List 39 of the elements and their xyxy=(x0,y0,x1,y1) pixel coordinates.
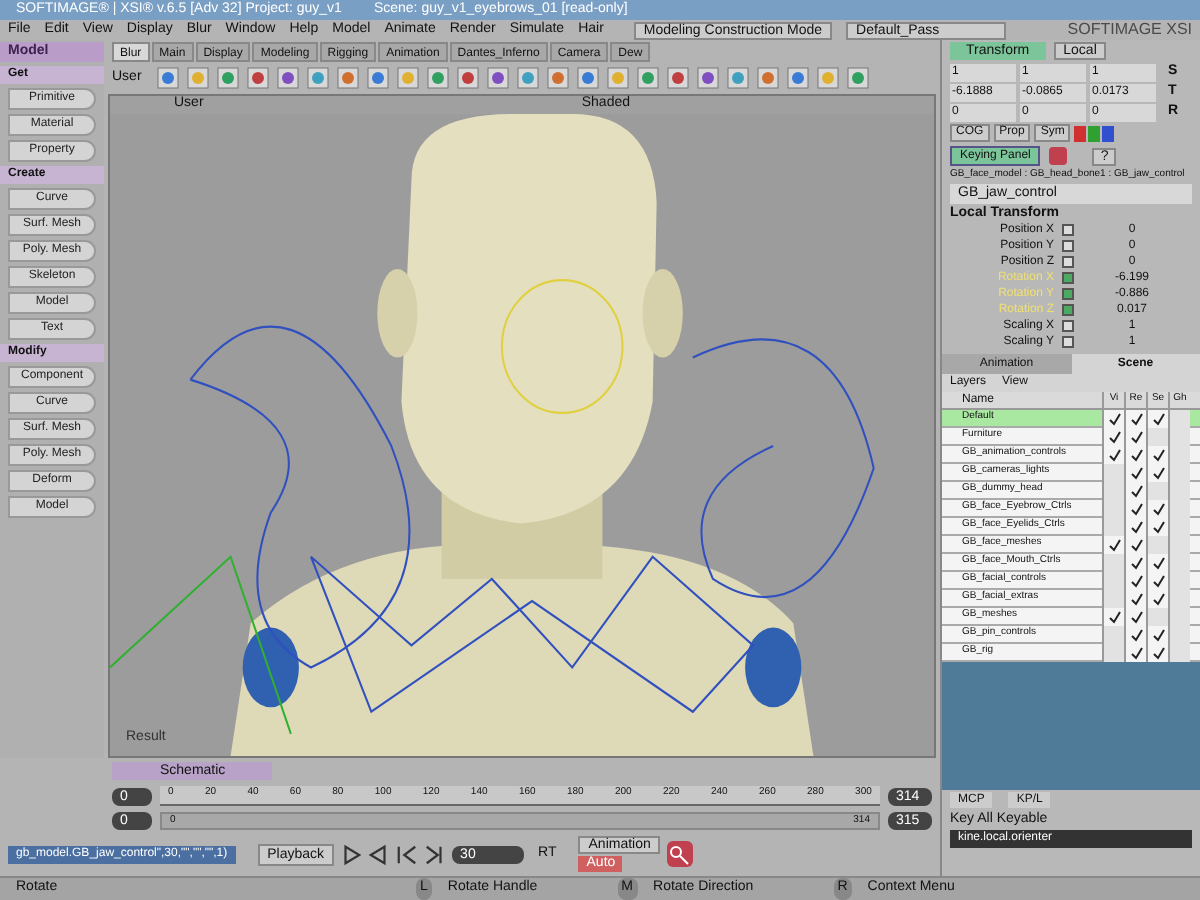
tool-icon[interactable] xyxy=(245,66,270,90)
tool-icon[interactable] xyxy=(275,66,300,90)
tool-icon[interactable] xyxy=(305,66,330,90)
tool-icon[interactable] xyxy=(515,66,540,90)
animation-toggle[interactable] xyxy=(1062,336,1074,348)
tool-icon[interactable] xyxy=(365,66,390,90)
animation-toggle[interactable] xyxy=(1062,224,1074,236)
transport-icon[interactable] xyxy=(424,843,447,865)
transport-icon[interactable] xyxy=(396,843,419,865)
tool-icon[interactable] xyxy=(485,66,510,90)
tool-icon[interactable] xyxy=(425,66,450,90)
rgb-icon[interactable] xyxy=(1074,125,1115,141)
tool-icon[interactable] xyxy=(665,66,690,90)
tool-icon[interactable] xyxy=(215,66,240,90)
tool-icon[interactable] xyxy=(725,66,750,90)
tool-icon[interactable] xyxy=(575,66,600,90)
tool-icon[interactable] xyxy=(155,66,180,90)
tool-icon[interactable] xyxy=(815,66,840,90)
tool-icon[interactable] xyxy=(545,66,570,90)
tool-icon[interactable] xyxy=(185,66,210,90)
tool-icon[interactable] xyxy=(755,66,780,90)
brand-logo: SOFTIMAGE XSI xyxy=(1067,18,1192,42)
animation-toggle[interactable] xyxy=(1062,288,1074,300)
transport-icon[interactable] xyxy=(340,843,363,865)
tool-icon[interactable] xyxy=(845,66,870,90)
animation-toggle[interactable] xyxy=(1062,240,1074,252)
tool-icon[interactable] xyxy=(335,66,360,90)
tool-icon[interactable] xyxy=(785,66,810,90)
tool-icon[interactable] xyxy=(695,66,720,90)
animation-toggle[interactable] xyxy=(1062,304,1074,316)
animation-toggle[interactable] xyxy=(1062,256,1074,268)
tool-icon[interactable] xyxy=(395,66,420,90)
animation-toggle[interactable] xyxy=(1062,272,1074,284)
animation-toggle[interactable] xyxy=(1062,320,1074,332)
tool-icon[interactable] xyxy=(605,66,630,90)
tool-icon[interactable] xyxy=(455,66,480,90)
tool-icon[interactable] xyxy=(635,66,660,90)
range-slider[interactable] xyxy=(162,813,878,827)
transport-icon[interactable] xyxy=(368,843,391,865)
